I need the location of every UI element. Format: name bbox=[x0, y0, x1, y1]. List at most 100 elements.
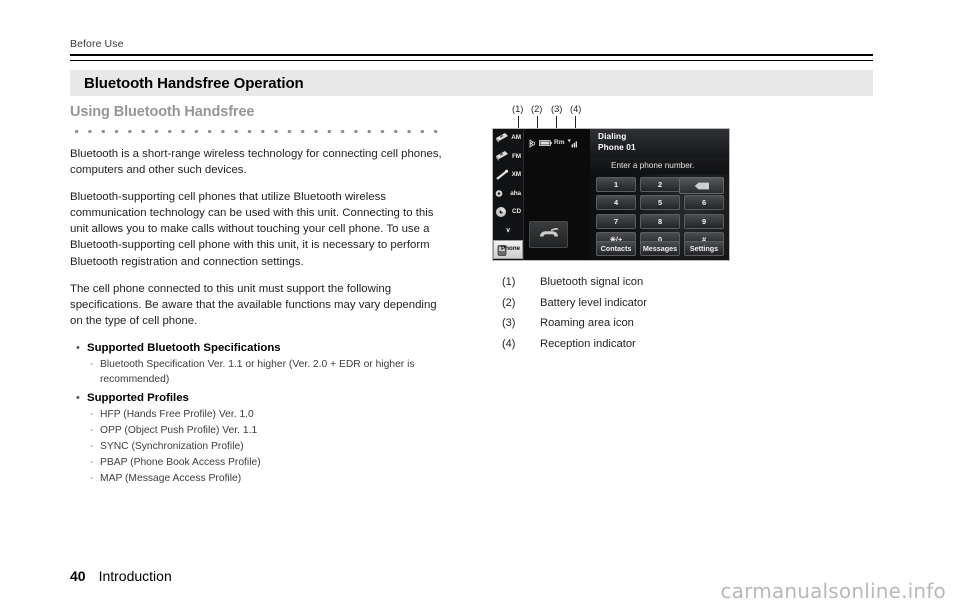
sidebar-item-label: AM bbox=[511, 134, 521, 142]
sub-list-text: OPP (Object Push Profile) Ver. 1.1 bbox=[100, 424, 258, 436]
keypad-key-1[interactable]: 1 bbox=[596, 177, 636, 192]
tab-contacts[interactable]: Contacts bbox=[596, 241, 636, 256]
sidebar-item-xm[interactable]: XM bbox=[493, 166, 523, 185]
keypad-key-5[interactable]: 5 bbox=[640, 195, 680, 211]
sub-list-item: - PBAP (Phone Book Access Profile) bbox=[70, 455, 448, 471]
dash-marker-icon: - bbox=[90, 408, 94, 420]
tab-settings[interactable]: Settings bbox=[684, 241, 724, 256]
callout-label-3: (3) bbox=[551, 104, 563, 114]
sub-list-text: PBAP (Phone Book Access Profile) bbox=[100, 456, 261, 468]
sidebar-scroll-down[interactable]: ∨ bbox=[493, 222, 523, 241]
legend-text: Roaming area icon bbox=[540, 317, 634, 329]
tab-messages[interactable]: Messages bbox=[640, 241, 680, 256]
sidebar-item-label: Phone bbox=[500, 245, 520, 253]
dotted-divider bbox=[70, 129, 445, 134]
call-button[interactable] bbox=[529, 221, 568, 248]
satellite-radio-icon bbox=[495, 169, 509, 182]
sub-heading: Using Bluetooth Handsfree bbox=[70, 104, 255, 120]
sub-list-text: MAP (Message Access Profile) bbox=[100, 472, 242, 484]
sub-list-item: - OPP (Object Push Profile) Ver. 1.1 bbox=[70, 423, 448, 439]
body-paragraph: Bluetooth is a short-range wireless tech… bbox=[70, 148, 442, 177]
legend-item: (4) Reception indicator bbox=[502, 337, 872, 352]
legend-item: (1) Bluetooth signal icon bbox=[502, 275, 872, 290]
callout-label-4: (4) bbox=[570, 104, 582, 114]
dash-marker-icon: - bbox=[90, 440, 94, 452]
left-text-column: Bluetooth is a short-range wireless tech… bbox=[70, 146, 448, 487]
chevron-down-icon: ∨ bbox=[505, 226, 511, 234]
list-item: • Supported Bluetooth Specifications bbox=[70, 340, 448, 356]
keypad-key-9[interactable]: 9 bbox=[684, 213, 724, 229]
dash-marker-icon: - bbox=[90, 456, 94, 468]
callout-label-1: (1) bbox=[512, 104, 524, 114]
dialing-device-name: Phone 01 bbox=[598, 142, 636, 152]
sidebar-item-label: FM bbox=[511, 152, 521, 160]
header-rule bbox=[70, 54, 873, 61]
sidebar-item-label: CD bbox=[511, 208, 521, 216]
reception-indicator-icon bbox=[567, 139, 579, 148]
body-paragraph: Bluetooth-supporting cell phones that ut… bbox=[70, 191, 434, 268]
legend-number: (2) bbox=[502, 296, 516, 309]
legend-text: Reception indicator bbox=[540, 337, 636, 350]
legend-text: Bluetooth signal icon bbox=[540, 276, 644, 288]
legend-text: Battery level indicator bbox=[540, 296, 647, 309]
sub-list-item: - MAP (Message Access Profile) bbox=[70, 471, 448, 487]
running-head: Before Use bbox=[70, 38, 124, 50]
sidebar-item-label: aha bbox=[510, 189, 521, 197]
dash-marker-icon: - bbox=[90, 358, 94, 370]
backspace-button[interactable] bbox=[679, 177, 724, 194]
compact-disc-icon bbox=[495, 206, 509, 219]
aha-logo-icon bbox=[495, 187, 509, 200]
bullet-label: Supported Bluetooth Specifications bbox=[87, 341, 281, 354]
figure-legend: (1) Bluetooth signal icon (2) Battery le… bbox=[492, 275, 872, 352]
right-figure-column: (1) (2) (3) (4) AM FM XM aha CD ∨ Phone … bbox=[492, 104, 872, 357]
sidebar-item-phone[interactable]: Phone bbox=[493, 240, 523, 259]
dialing-status-text: Dialing bbox=[598, 131, 627, 141]
chapter-name: Introduction bbox=[98, 568, 172, 584]
dialing-header: Dialing Phone 01 bbox=[590, 129, 729, 157]
dialing-panel: Dialing Phone 01 Enter a phone number. 1… bbox=[590, 129, 729, 260]
backspace-icon bbox=[694, 177, 710, 195]
page-number: 40 bbox=[70, 568, 86, 584]
page-footer: 40 Introduction bbox=[70, 568, 172, 584]
battery-level-icon bbox=[538, 139, 552, 148]
sub-list-item: - HFP (Hands Free Profile) Ver. 1.0 bbox=[70, 407, 448, 423]
bullet-dot-icon: • bbox=[76, 391, 80, 404]
page-title: Bluetooth Handsfree Operation bbox=[84, 74, 304, 92]
legend-number: (4) bbox=[502, 337, 516, 350]
sub-list-text: SYNC (Synchronization Profile) bbox=[100, 440, 244, 452]
keypad-key-8[interactable]: 8 bbox=[640, 213, 680, 229]
device-screenshot-figure: AM FM XM aha CD ∨ Phone Rm Dialing Phone… bbox=[492, 128, 730, 261]
source-rail: AM FM XM aha CD ∨ Phone bbox=[493, 129, 524, 260]
sidebar-item-fm[interactable]: FM bbox=[493, 148, 523, 167]
keypad-key-2[interactable]: 2 bbox=[640, 177, 680, 192]
keypad-key-7[interactable]: 7 bbox=[596, 213, 636, 229]
legend-number: (1) bbox=[502, 276, 516, 288]
sidebar-item-cd[interactable]: CD bbox=[493, 203, 523, 222]
section-title-band: Bluetooth Handsfree Operation bbox=[70, 70, 873, 96]
legend-item: (2) Battery level indicator bbox=[502, 296, 872, 311]
legend-item: (3) Roaming area icon bbox=[502, 316, 872, 331]
bottom-tab-bar: Contacts Messages Settings bbox=[596, 241, 724, 256]
bullet-label: Supported Profiles bbox=[87, 391, 189, 404]
legend-number: (3) bbox=[502, 317, 516, 329]
dash-marker-icon: - bbox=[90, 424, 94, 436]
sub-list-item: - SYNC (Synchronization Profile) bbox=[70, 439, 448, 455]
roaming-area-icon: Rm bbox=[554, 138, 565, 146]
sidebar-item-am[interactable]: AM bbox=[493, 129, 523, 148]
keypad-key-6[interactable]: 6 bbox=[684, 195, 724, 211]
sidebar-item-aha[interactable]: aha bbox=[493, 185, 523, 204]
keypad-key-4[interactable]: 4 bbox=[596, 195, 636, 211]
sub-list-item: - Bluetooth Specification Ver. 1.1 or hi… bbox=[70, 357, 448, 388]
radio-cassette-icon bbox=[495, 132, 509, 145]
sub-list-text: HFP (Hands Free Profile) Ver. 1.0 bbox=[100, 408, 254, 420]
bullet-dot-icon: • bbox=[76, 341, 80, 354]
sidebar-item-label: XM bbox=[511, 171, 521, 179]
phone-number-prompt: Enter a phone number. bbox=[590, 157, 729, 174]
bluetooth-signal-icon bbox=[527, 139, 536, 148]
status-bar: Rm bbox=[524, 129, 590, 157]
body-paragraph: The cell phone connected to this unit mu… bbox=[70, 282, 437, 327]
dash-marker-icon: - bbox=[90, 472, 94, 484]
watermark: carmanualsonline.info bbox=[720, 579, 946, 603]
sub-list-text: Bluetooth Specification Ver. 1.1 or high… bbox=[100, 358, 415, 386]
callout-label-2: (2) bbox=[531, 104, 543, 114]
